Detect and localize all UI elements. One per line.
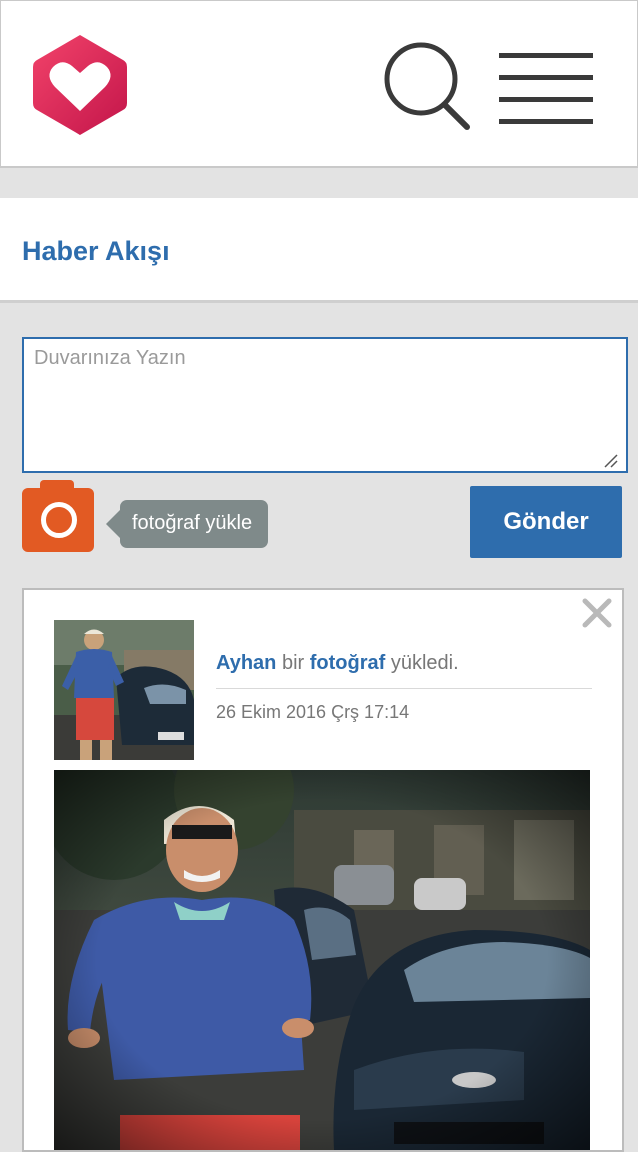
close-icon[interactable]	[580, 596, 614, 630]
search-icon	[384, 42, 470, 130]
textarea-resize-grip[interactable]	[602, 452, 618, 468]
author-avatar[interactable]	[54, 620, 194, 760]
post-activity-text: Ayhan bir fotoğraf yükledi.	[216, 652, 459, 675]
page-title: Haber Akışı	[22, 236, 170, 266]
author-name-link[interactable]: Ayhan	[216, 652, 276, 674]
feed-post-card: Ayhan bir fotoğraf yükledi. 26 Ekim 2016…	[22, 588, 624, 1152]
camera-lens	[41, 502, 77, 538]
search-button[interactable]	[381, 39, 475, 133]
connector-text: bir	[281, 652, 305, 674]
wall-post-input[interactable]	[22, 337, 628, 473]
photo-link[interactable]: fotoğraf	[310, 652, 386, 674]
top-header	[0, 0, 638, 168]
feed-title-bar: Haber Akışı	[0, 198, 638, 303]
meta-divider	[216, 688, 592, 689]
post-photo[interactable]	[54, 770, 590, 1150]
post-timestamp: 26 Ekim 2016 Çrş 17:14	[216, 702, 410, 722]
upload-photo-label[interactable]: fotoğraf yükle	[105, 500, 269, 548]
hamburger-menu-icon[interactable]	[499, 53, 595, 127]
heart-hexagon-logo[interactable]	[31, 33, 129, 137]
send-button[interactable]: Gönder	[470, 486, 622, 558]
camera-icon[interactable]	[22, 480, 94, 552]
verb-text: yükledi.	[390, 652, 459, 674]
